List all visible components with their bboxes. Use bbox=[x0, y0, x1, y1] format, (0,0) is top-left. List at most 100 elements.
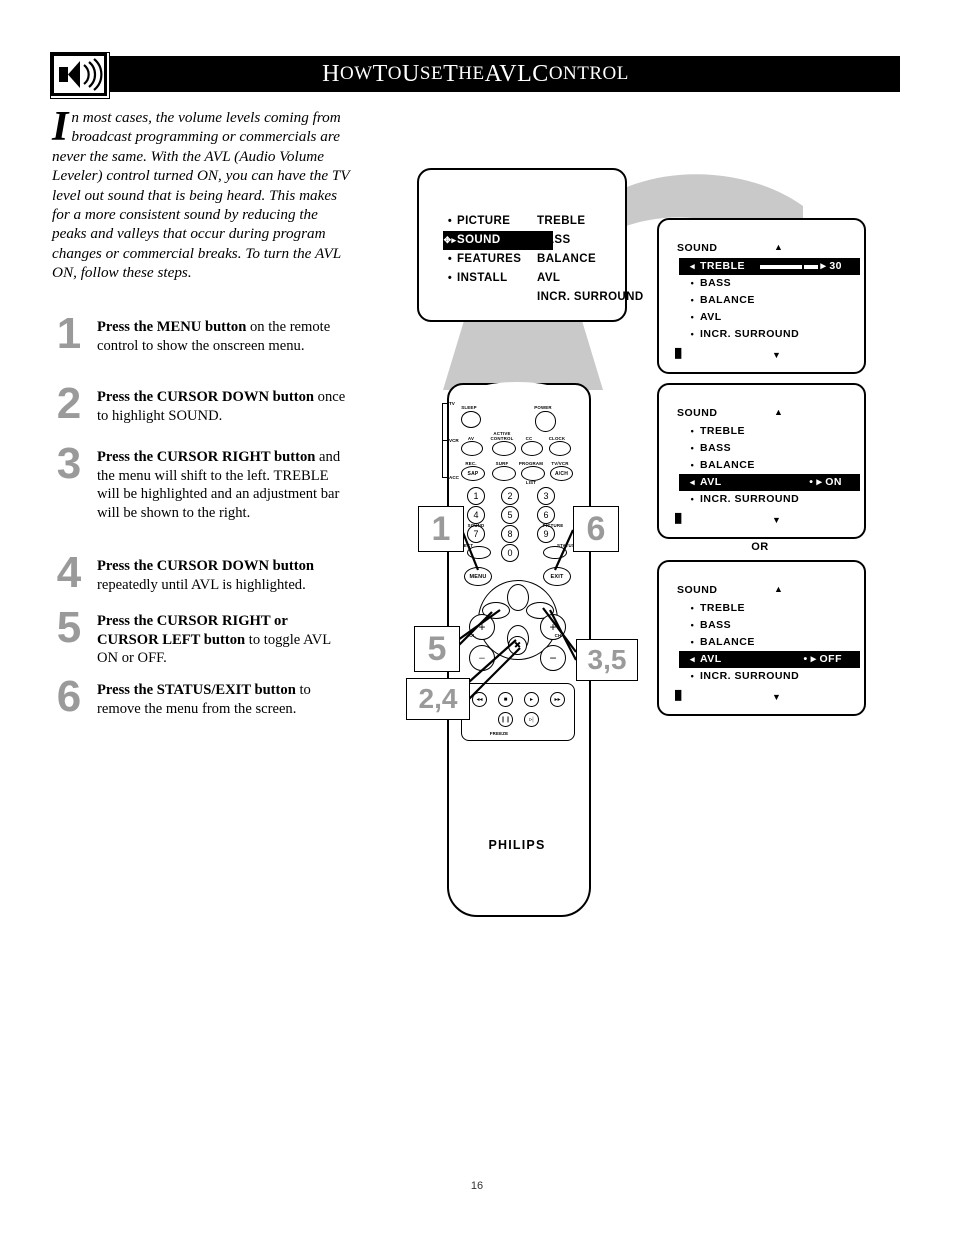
remote-label-power: POWER bbox=[534, 405, 552, 410]
frame-advance-button[interactable]: ▹| bbox=[524, 712, 539, 727]
sound-menu-item-bass[interactable]: • BASS bbox=[685, 275, 856, 292]
sound-menu-item-value: OFF bbox=[819, 653, 842, 665]
numpad-key-6[interactable]: 6 bbox=[537, 506, 555, 524]
main-menu-sub-item-incrsurround[interactable]: INCR. SURROUND bbox=[537, 288, 643, 307]
step-3: 3 Press the CURSOR RIGHT button and the m… bbox=[52, 442, 352, 522]
step-action-3: Press the CURSOR RIGHT button bbox=[97, 449, 316, 465]
intro-dropcap: I bbox=[52, 104, 69, 150]
av-button[interactable] bbox=[461, 441, 483, 456]
sound-menu-item-avl[interactable]: ◂ AVL • ▸ ON bbox=[679, 474, 860, 491]
play-button[interactable]: ▸ bbox=[524, 692, 539, 707]
exit-button[interactable]: EXIT bbox=[543, 567, 571, 586]
or-separator-label: OR bbox=[751, 541, 769, 553]
sound-menu-item-avl[interactable]: • AVL bbox=[685, 309, 856, 326]
volume-down-button[interactable]: − bbox=[469, 645, 495, 671]
ach-button[interactable]: A/CH bbox=[550, 466, 573, 481]
scrollbar-indicator[interactable]: █ bbox=[675, 348, 681, 358]
numpad-key-1[interactable]: 1 bbox=[467, 487, 485, 505]
sound-menu-item-incrsurround[interactable]: • INCR. SURROUND bbox=[685, 491, 856, 508]
intro-paragraph: In most cases, the volume levels coming … bbox=[52, 104, 350, 283]
scrollbar-indicator[interactable]: █ bbox=[675, 513, 681, 523]
sound-menu-item-treble[interactable]: • TREBLE bbox=[685, 423, 856, 440]
scroll-up-arrow-icon[interactable]: ▲ bbox=[774, 584, 783, 594]
sound-menu-item-label: TREBLE bbox=[700, 260, 745, 272]
numpad-key-5[interactable]: 5 bbox=[501, 506, 519, 524]
main-menu-sub-item-label: AVL bbox=[537, 272, 561, 284]
sound-menu-item-treble[interactable]: ◂ TREBLE ▸ 30 bbox=[679, 258, 860, 275]
sleep-button[interactable] bbox=[461, 411, 481, 428]
page-title-segment: U bbox=[402, 60, 420, 87]
sound-menu-item-bass[interactable]: • BASS bbox=[685, 440, 856, 457]
sound-menu-item-balance[interactable]: • BALANCE bbox=[685, 457, 856, 474]
bullet-icon: • bbox=[690, 671, 695, 681]
main-menu-sub-item-label: TREBLE bbox=[537, 215, 586, 227]
sound-menu-list: • TREBLE • BASS • BALANCE ◂ AVL • ▸ OFF • INCR. SURR… bbox=[679, 600, 860, 685]
sound-menu-item-balance[interactable]: • BALANCE bbox=[685, 292, 856, 309]
remote-label-clock: CLOCK bbox=[548, 436, 566, 441]
rewind-button[interactable]: ◂◂ bbox=[472, 692, 487, 707]
tv-main-menu-screen: • PICTURE ✥▸ SOUND • FEATURES • INSTALL TREBLE B… bbox=[417, 168, 643, 322]
sound-menu-item-incrsurround[interactable]: • INCR. SURROUND bbox=[685, 326, 856, 343]
surf-button[interactable] bbox=[492, 466, 516, 481]
scroll-down-arrow-icon[interactable]: ▼ bbox=[772, 516, 781, 525]
stop-button[interactable]: ■ bbox=[498, 692, 513, 707]
scroll-down-arrow-icon[interactable]: ▼ bbox=[772, 351, 781, 360]
cursor-left-arrow-icon: ◂ bbox=[689, 477, 696, 487]
power-button[interactable] bbox=[535, 411, 556, 432]
sound-menu-item-label: TREBLE bbox=[700, 602, 745, 614]
clock-button[interactable] bbox=[549, 441, 571, 456]
fast-forward-button[interactable]: ▸▸ bbox=[550, 692, 565, 707]
pause-freeze-button[interactable]: ❙❙ bbox=[498, 712, 513, 727]
page-title-segment: ONTROL bbox=[548, 63, 629, 84]
numpad-key-4[interactable]: 4 bbox=[467, 506, 485, 524]
main-menu-item-label: PICTURE bbox=[457, 215, 511, 227]
scrollbar-indicator[interactable]: █ bbox=[675, 690, 681, 700]
remote-label-sleep: SLEEP bbox=[461, 405, 477, 410]
scroll-up-arrow-icon[interactable]: ▲ bbox=[774, 242, 783, 252]
mute-button[interactable]: ✖ bbox=[508, 636, 527, 655]
remote-mode-label-vcr: VCR bbox=[449, 438, 459, 443]
program-list-button[interactable] bbox=[521, 466, 545, 481]
vcr-transport-panel: ◂◂ ■ ▸ ▸▸ ❙❙ ▹| bbox=[461, 683, 575, 741]
bullet-icon: • bbox=[690, 494, 695, 504]
sound-menu-item-avl[interactable]: ◂ AVL • ▸ OFF bbox=[679, 651, 860, 668]
bullet-icon: • bbox=[690, 278, 695, 288]
page-title-segment: T bbox=[443, 60, 459, 87]
step-text-1: Press the MENU button on the remote cont… bbox=[97, 319, 331, 354]
numpad-key-8[interactable]: 8 bbox=[501, 525, 519, 543]
main-menu-sub-item-treble[interactable]: TREBLE bbox=[537, 212, 637, 231]
scroll-down-arrow-icon[interactable]: ▼ bbox=[772, 693, 781, 702]
page-title-segment: HE bbox=[458, 63, 485, 84]
sound-menu-item-label: BASS bbox=[700, 277, 732, 289]
sap-button[interactable]: SAP bbox=[461, 466, 485, 481]
menu-button[interactable]: MENU bbox=[464, 567, 492, 586]
remote-label-list: LIST bbox=[525, 480, 537, 485]
numpad-key-3[interactable]: 3 bbox=[537, 487, 555, 505]
bullet-icon: • bbox=[690, 312, 695, 322]
callout-5: 5 bbox=[414, 626, 460, 672]
adjustment-bar[interactable] bbox=[759, 261, 818, 272]
connector-wedge-down bbox=[443, 316, 603, 390]
sound-menu-item-incrsurround[interactable]: • INCR. SURROUND bbox=[685, 668, 856, 685]
bullet-icon: • bbox=[690, 637, 695, 647]
sound-menu-item-value: 30 bbox=[829, 260, 842, 272]
cc-button[interactable] bbox=[521, 441, 543, 456]
main-menu-item-label: SOUND bbox=[457, 234, 501, 246]
step-2: 2 Press the CURSOR DOWN button once to hi… bbox=[52, 382, 352, 426]
sound-menu-item-balance[interactable]: • BALANCE bbox=[685, 634, 856, 651]
scroll-up-arrow-icon[interactable]: ▲ bbox=[774, 407, 783, 417]
numpad-key-0[interactable]: 0 bbox=[501, 544, 519, 562]
cursor-left-arrow-icon: ◂ bbox=[689, 654, 696, 664]
main-menu-sub-item-balance[interactable]: BALANCE bbox=[537, 250, 637, 269]
numpad-key-2[interactable]: 2 bbox=[501, 487, 519, 505]
active-control-button[interactable] bbox=[492, 441, 516, 456]
step-action-1: Press the MENU button bbox=[97, 319, 247, 335]
sound-menu-item-bass[interactable]: • BASS bbox=[685, 617, 856, 634]
main-menu-sub-item-bass[interactable]: BASS bbox=[537, 231, 637, 250]
remote-label-vol: VOL bbox=[466, 633, 476, 638]
channel-down-button[interactable]: − bbox=[540, 645, 566, 671]
page-title-segment: T bbox=[372, 60, 388, 87]
step-number-2: 2 bbox=[56, 379, 82, 428]
sound-menu-item-treble[interactable]: • TREBLE bbox=[685, 600, 856, 617]
main-menu-sub-item-avl[interactable]: AVL bbox=[537, 269, 637, 288]
